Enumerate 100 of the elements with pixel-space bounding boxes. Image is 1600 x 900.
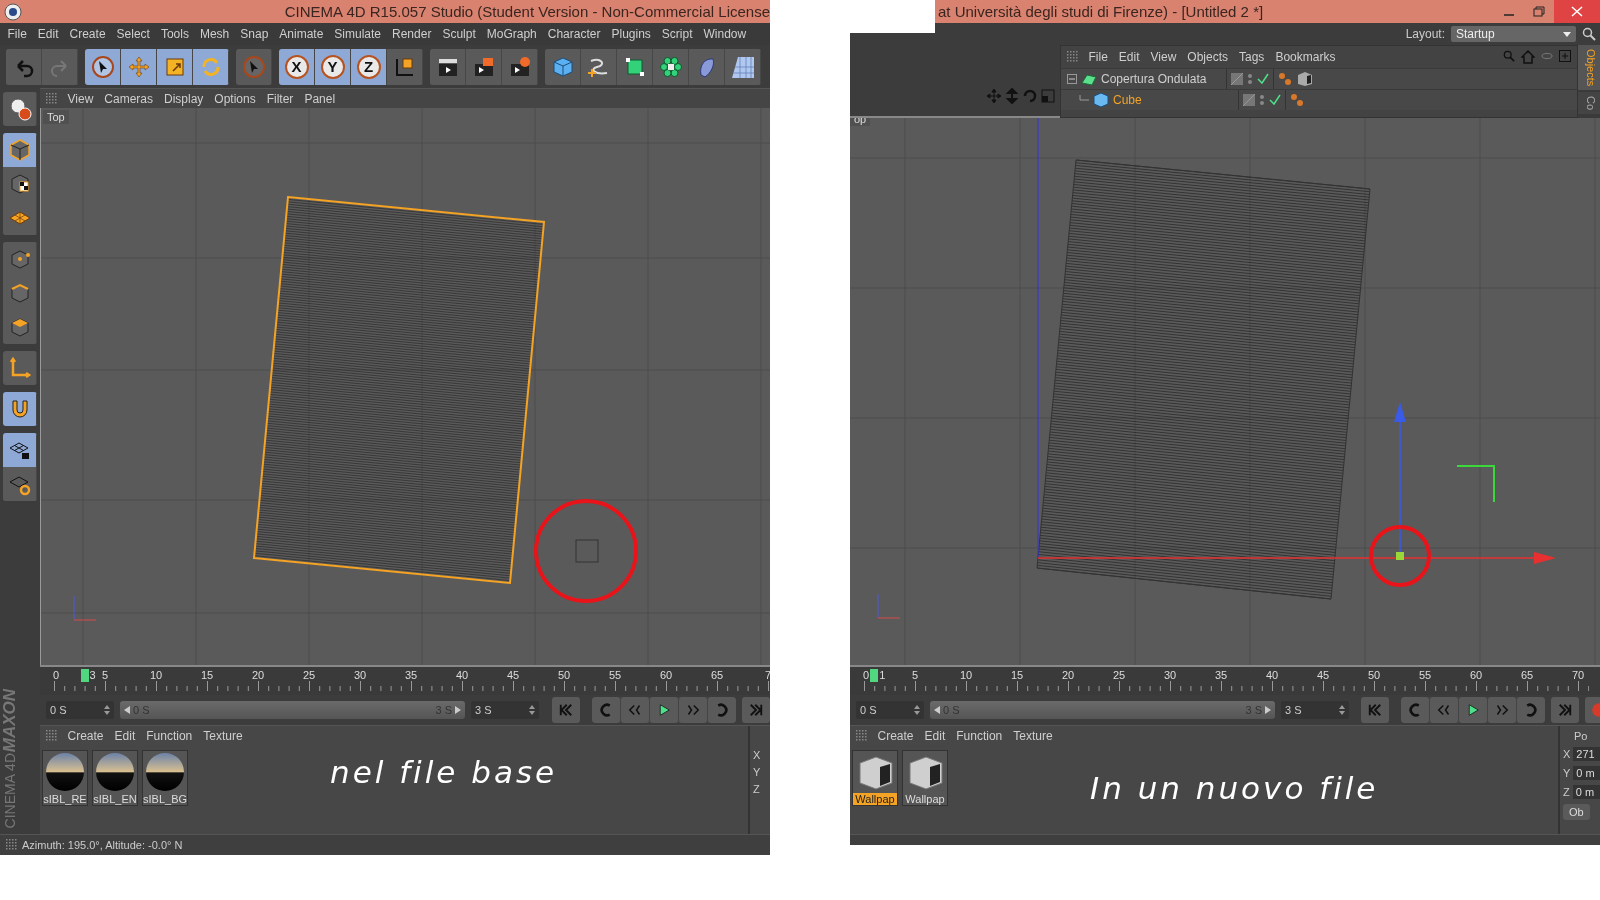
menu-item[interactable]: File (2, 27, 33, 41)
close-icon[interactable] (1554, 0, 1600, 23)
playback-button[interactable] (650, 697, 678, 723)
side-tab[interactable]: Objects (1578, 45, 1600, 91)
layout-label: Layout: (1405, 27, 1445, 41)
menu-item[interactable]: Edit (919, 729, 951, 743)
playback-button[interactable] (1517, 697, 1545, 723)
grip-icon (46, 92, 58, 105)
axis-lock-button[interactable]: X (279, 48, 315, 85)
menu-item[interactable]: Objects (1181, 50, 1234, 64)
menu-item[interactable]: Select (111, 27, 156, 41)
menu-item[interactable]: File (1083, 50, 1114, 64)
tool-button[interactable] (387, 48, 423, 85)
menu-item[interactable]: Script (656, 27, 698, 41)
sphere-material-icon (144, 751, 186, 793)
tool-button[interactable] (193, 48, 229, 85)
frame-marker[interactable] (80, 669, 89, 682)
menu-item[interactable]: Function (950, 729, 1008, 743)
tool-button[interactable] (3, 167, 37, 201)
start-time-field[interactable]: 0 S (46, 701, 114, 719)
menu-item[interactable]: Bookmarks (1269, 50, 1341, 64)
axis-lock-button[interactable]: Y (315, 48, 351, 85)
menu-item[interactable]: Window (698, 27, 752, 41)
playback-button[interactable] (1488, 697, 1516, 723)
tool-button[interactable] (157, 48, 193, 85)
tick-label: 10 (959, 669, 973, 681)
playback-button[interactable] (708, 697, 736, 723)
playback-button[interactable] (621, 697, 649, 723)
menu-item[interactable]: Snap (234, 27, 274, 41)
menu-item[interactable]: Edit (109, 729, 141, 743)
layout-dropdown[interactable]: Startup (1451, 26, 1576, 42)
playback-button[interactable] (1401, 697, 1429, 723)
tool-button[interactable] (430, 48, 466, 85)
tool-button[interactable] (3, 433, 37, 467)
menu-item[interactable]: Cameras (98, 91, 159, 106)
menu-item[interactable]: Edit (1113, 50, 1146, 64)
menu-item[interactable]: Filter (261, 91, 299, 106)
material-thumbnail[interactable]: sIBL_EN (92, 750, 138, 806)
object-row[interactable]: Cube (1061, 89, 1577, 110)
menu-item[interactable]: Character (542, 27, 606, 41)
menu-item[interactable]: Simulate (328, 27, 387, 41)
tick-label: 0 (862, 669, 870, 681)
tag-dots-icon (1278, 72, 1292, 86)
menu-item[interactable]: Mesh (194, 27, 235, 41)
search-icon[interactable] (1582, 27, 1596, 41)
object-row[interactable]: Copertura Ondulata (1061, 68, 1577, 89)
material-thumbnail[interactable]: sIBL_RE (42, 750, 88, 806)
tool-button[interactable] (85, 48, 121, 85)
menu-item[interactable]: Sculpt (436, 27, 482, 41)
menu-item[interactable]: Animate (273, 27, 329, 41)
menu-item[interactable]: Edit (32, 27, 65, 41)
start-time-field[interactable]: 0 S (856, 701, 924, 719)
collapse-icon[interactable] (1067, 74, 1077, 84)
menu-item[interactable]: Display (158, 91, 209, 106)
coordinate-field[interactable]: 0 m (1573, 766, 1600, 780)
menu-item[interactable]: Render (386, 27, 437, 41)
playback-button[interactable] (1459, 697, 1487, 723)
tick-label: 0 (52, 669, 60, 681)
material-thumbnail[interactable]: Wallpap (902, 750, 948, 806)
playback-button[interactable] (742, 697, 770, 723)
menu-item[interactable]: Function (140, 729, 198, 743)
axis-lock-button[interactable]: Z (351, 48, 387, 85)
tool-button[interactable] (653, 48, 689, 85)
tool-button[interactable] (3, 467, 37, 501)
go-to-end-icon (747, 701, 765, 719)
highlight-circle (1369, 525, 1431, 587)
menu-item[interactable]: View (1145, 50, 1182, 64)
status-text: Azimuth: 195.0°, Altitude: -0.0° N (22, 839, 183, 851)
frame-marker[interactable] (870, 669, 879, 682)
menu-item[interactable]: Create (62, 729, 110, 743)
menu-item[interactable]: Plugins (605, 27, 657, 41)
tick-label: 20 (251, 669, 265, 681)
tool-button[interactable] (617, 48, 653, 85)
playback-button[interactable] (1430, 697, 1458, 723)
tool-button[interactable] (3, 92, 37, 126)
coordinate-field[interactable]: 271 (1573, 747, 1600, 761)
material-thumbnail[interactable]: sIBL_BG (142, 750, 188, 806)
menu-item[interactable]: Options (208, 91, 262, 106)
playback-button[interactable] (551, 697, 580, 723)
menu-item[interactable]: Tools (155, 27, 195, 41)
menu-item[interactable]: Tags (1233, 50, 1270, 64)
menu-item[interactable]: Texture (1007, 729, 1059, 743)
coordinate-field[interactable]: 0 m (1572, 785, 1600, 799)
tool-button[interactable] (725, 48, 761, 85)
menu-item[interactable]: MoGraph (481, 27, 543, 41)
playback-button[interactable] (679, 697, 707, 723)
playback-button[interactable] (592, 697, 620, 723)
end-time-field[interactable]: 3 S (1281, 701, 1349, 719)
menu-item[interactable]: Panel (298, 91, 341, 106)
menu-item[interactable]: View (62, 91, 99, 106)
end-time-field[interactable]: 3 S (471, 701, 539, 719)
playback-button[interactable] (1361, 697, 1389, 723)
apply-button[interactable]: Ob (1563, 804, 1590, 820)
tool-button[interactable] (581, 48, 617, 85)
menu-item[interactable]: Create (64, 27, 112, 41)
side-tab[interactable]: Co (1578, 92, 1600, 115)
material-thumbnail[interactable]: Wallpap (852, 750, 898, 806)
menu-item[interactable]: Create (872, 729, 920, 743)
playback-button[interactable] (1551, 697, 1579, 723)
menu-item[interactable]: Texture (197, 729, 249, 743)
